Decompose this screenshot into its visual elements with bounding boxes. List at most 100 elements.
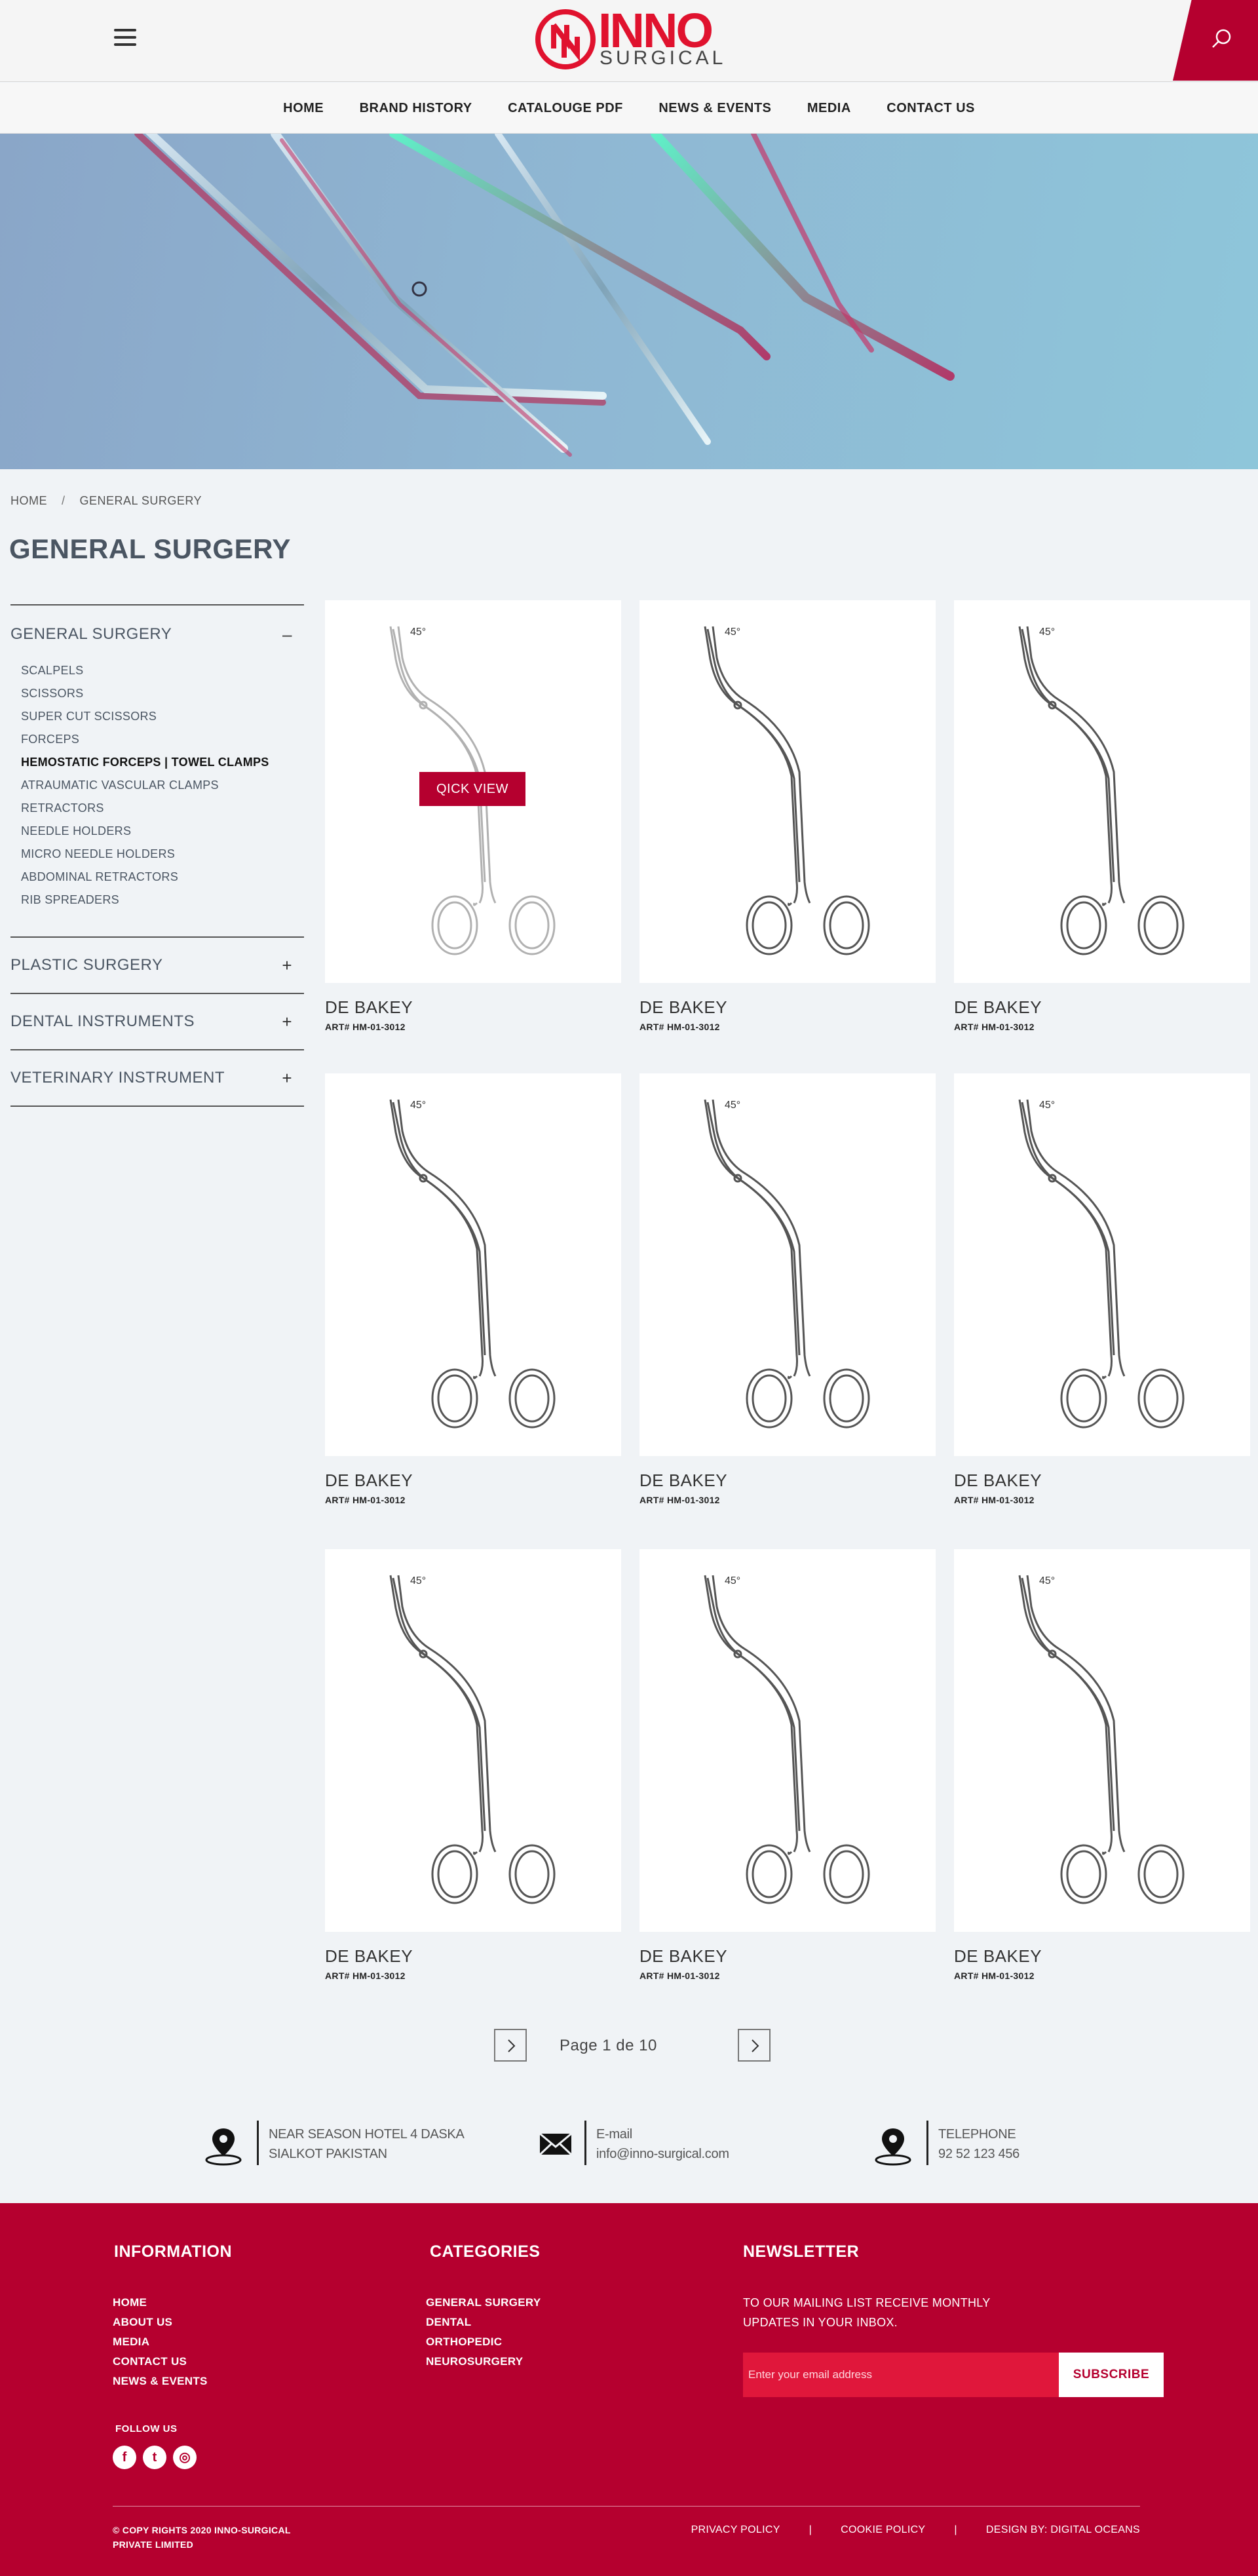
product-image[interactable]: 45° [325, 1549, 621, 1932]
product-name[interactable]: DE BAKEY [639, 1946, 936, 1967]
product-card[interactable]: 45° DE BAKEY ART# HM-01-3012 [639, 1549, 936, 1993]
breadcrumb-home[interactable]: HOME [10, 494, 47, 507]
product-card[interactable]: 45° QICK VIEW DE BAKEY ART# HM-01-3012 [325, 600, 621, 1045]
category-label: PLASTIC SURGERY [10, 956, 163, 974]
nav-media[interactable]: MEDIA [807, 83, 851, 134]
angle-label: 45° [410, 1100, 427, 1111]
footer-link-about-us[interactable]: ABOUT US [113, 2313, 232, 2332]
product-card[interactable]: 45° DE BAKEY ART# HM-01-3012 [325, 1073, 621, 1518]
expand-icon[interactable]: + [282, 955, 292, 976]
product-image[interactable]: 45° [954, 600, 1250, 983]
subcategory-scissors[interactable]: SCISSORS [21, 682, 304, 705]
category-label: GENERAL SURGERY [10, 625, 172, 643]
subcategory-super-cut-scissors[interactable]: SUPER CUT SCISSORS [21, 705, 304, 728]
footer-link-orthopedic[interactable]: ORTHOPEDIC [426, 2332, 541, 2352]
subcategory-rib-spreaders[interactable]: RIB SPREADERS [21, 889, 304, 912]
product-name[interactable]: DE BAKEY [325, 1946, 621, 1967]
product-image[interactable]: 45° QICK VIEW [325, 600, 621, 983]
phone-number[interactable]: 92 52 123 456 [938, 2144, 1020, 2164]
page-title: GENERAL SURGERY [9, 533, 291, 564]
category-dental-instruments: DENTAL INSTRUMENTS + [10, 993, 304, 1049]
subcategory-retractors[interactable]: RETRACTORS [21, 797, 304, 820]
search-button[interactable] [1173, 0, 1258, 81]
collapse-icon[interactable]: – [282, 625, 292, 645]
chevron-right-icon [508, 2039, 516, 2052]
follow-us-label: FOLLOW US [115, 2423, 178, 2434]
product-image[interactable]: 45° [954, 1549, 1250, 1932]
product-art-number: ART# HM-01-3012 [325, 1495, 406, 1505]
footer-link-news-events[interactable]: NEWS & EVENTS [113, 2372, 232, 2391]
product-image[interactable]: 45° [639, 1549, 936, 1932]
subcategory-abdominal-retractors[interactable]: ABDOMINAL RETRACTORS [21, 866, 304, 889]
product-art-number: ART# HM-01-3012 [639, 1970, 720, 1981]
newsletter-form: SUBSCRIBE [743, 2353, 1164, 2397]
next-page-button[interactable] [738, 2029, 771, 2062]
subcategory-scalpels[interactable]: SCALPELS [21, 659, 304, 682]
newsletter-email-input[interactable] [743, 2353, 1059, 2397]
category-sidebar: GENERAL SURGERY – SCALPELS SCISSORS SUPE… [10, 604, 304, 1107]
privacy-policy-link[interactable]: PRIVACY POLICY [691, 2524, 780, 2536]
nav-home[interactable]: HOME [283, 83, 324, 134]
product-name[interactable]: DE BAKEY [325, 997, 621, 1018]
social-links: f t ◎ [113, 2446, 197, 2469]
search-icon [1212, 29, 1231, 48]
footer-link-general-surgery[interactable]: GENERAL SURGERY [426, 2293, 541, 2313]
subcategory-forceps[interactable]: FORCEPS [21, 728, 304, 751]
product-name[interactable]: DE BAKEY [954, 1471, 1250, 1491]
subcategory-needle-holders[interactable]: NEEDLE HOLDERS [21, 820, 304, 843]
product-name[interactable]: DE BAKEY [639, 997, 936, 1018]
angle-label: 45° [725, 626, 741, 638]
product-card[interactable]: 45° DE BAKEY ART# HM-01-3012 [954, 1073, 1250, 1518]
product-card[interactable]: 45° DE BAKEY ART# HM-01-3012 [639, 1073, 936, 1518]
footer-information-title: INFORMATION [114, 2242, 233, 2261]
category-header-plastic-surgery[interactable]: PLASTIC SURGERY + [10, 938, 304, 993]
category-header-general-surgery[interactable]: GENERAL SURGERY – [10, 606, 304, 663]
footer-link-home[interactable]: HOME [113, 2293, 232, 2313]
menu-hamburger-icon[interactable] [114, 29, 136, 47]
product-name[interactable]: DE BAKEY [325, 1471, 621, 1491]
product-card[interactable]: 45° DE BAKEY ART# HM-01-3012 [639, 600, 936, 1045]
nav-catalouge-pdf[interactable]: CATALOUGE PDF [508, 83, 623, 134]
instagram-icon[interactable]: ◎ [173, 2446, 197, 2469]
location-pin-icon [205, 2128, 242, 2166]
facebook-icon[interactable]: f [113, 2446, 136, 2469]
product-card[interactable]: 45° DE BAKEY ART# HM-01-3012 [325, 1549, 621, 1993]
footer-link-dental[interactable]: DENTAL [426, 2313, 541, 2332]
product-name[interactable]: DE BAKEY [954, 997, 1250, 1018]
product-name[interactable]: DE BAKEY [954, 1946, 1250, 1967]
footer-link-contact-us[interactable]: CONTACT US [113, 2352, 232, 2372]
chevron-right-icon [752, 2039, 759, 2052]
nav-brand-history[interactable]: BRAND HISTORY [360, 83, 472, 134]
product-card[interactable]: 45° DE BAKEY ART# HM-01-3012 [954, 600, 1250, 1045]
main-nav: HOME BRAND HISTORY CATALOUGE PDF NEWS & … [0, 83, 1258, 134]
category-header-veterinary-instrument[interactable]: VETERINARY INSTRUMENT + [10, 1050, 304, 1105]
subcategory-micro-needle-holders[interactable]: MICRO NEEDLE HOLDERS [21, 843, 304, 866]
category-label: VETERINARY INSTRUMENT [10, 1069, 225, 1086]
category-header-dental-instruments[interactable]: DENTAL INSTRUMENTS + [10, 994, 304, 1049]
quick-view-button[interactable]: QICK VIEW [419, 772, 525, 806]
footer-link-neurosurgery[interactable]: NEUROSURGERY [426, 2352, 541, 2372]
subcategory-atraumatic-vascular-clamps[interactable]: ATRAUMATIC VASCULAR CLAMPS [21, 774, 304, 797]
nav-news-events[interactable]: NEWS & EVENTS [658, 83, 771, 134]
footer-link-media[interactable]: MEDIA [113, 2332, 232, 2352]
email-address[interactable]: info@inno-surgical.com [596, 2144, 729, 2164]
design-by-link[interactable]: DESIGN BY: DIGITAL OCEANS [986, 2524, 1140, 2536]
prev-page-button[interactable] [494, 2029, 527, 2062]
subcategory-list: SCALPELS SCISSORS SUPER CUT SCISSORS FOR… [10, 659, 304, 936]
product-image[interactable]: 45° [639, 1073, 936, 1456]
angle-label: 45° [1039, 1575, 1056, 1586]
subcategory-hemostatic-forceps[interactable]: HEMOSTATIC FORCEPS | TOWEL CLAMPS [21, 751, 304, 774]
expand-icon[interactable]: + [282, 1012, 292, 1032]
site-logo[interactable]: INNO SURGICAL [534, 7, 724, 72]
product-card[interactable]: 45° DE BAKEY ART# HM-01-3012 [954, 1549, 1250, 1993]
product-art-number: ART# HM-01-3012 [954, 1495, 1035, 1505]
product-image[interactable]: 45° [954, 1073, 1250, 1456]
product-image[interactable]: 45° [325, 1073, 621, 1456]
product-image[interactable]: 45° [639, 600, 936, 983]
expand-icon[interactable]: + [282, 1068, 292, 1088]
nav-contact-us[interactable]: CONTACT US [886, 83, 975, 134]
cookie-policy-link[interactable]: COOKIE POLICY [841, 2524, 925, 2536]
twitter-icon[interactable]: t [143, 2446, 166, 2469]
product-name[interactable]: DE BAKEY [639, 1471, 936, 1491]
subscribe-button[interactable]: SUBSCRIBE [1059, 2353, 1164, 2397]
